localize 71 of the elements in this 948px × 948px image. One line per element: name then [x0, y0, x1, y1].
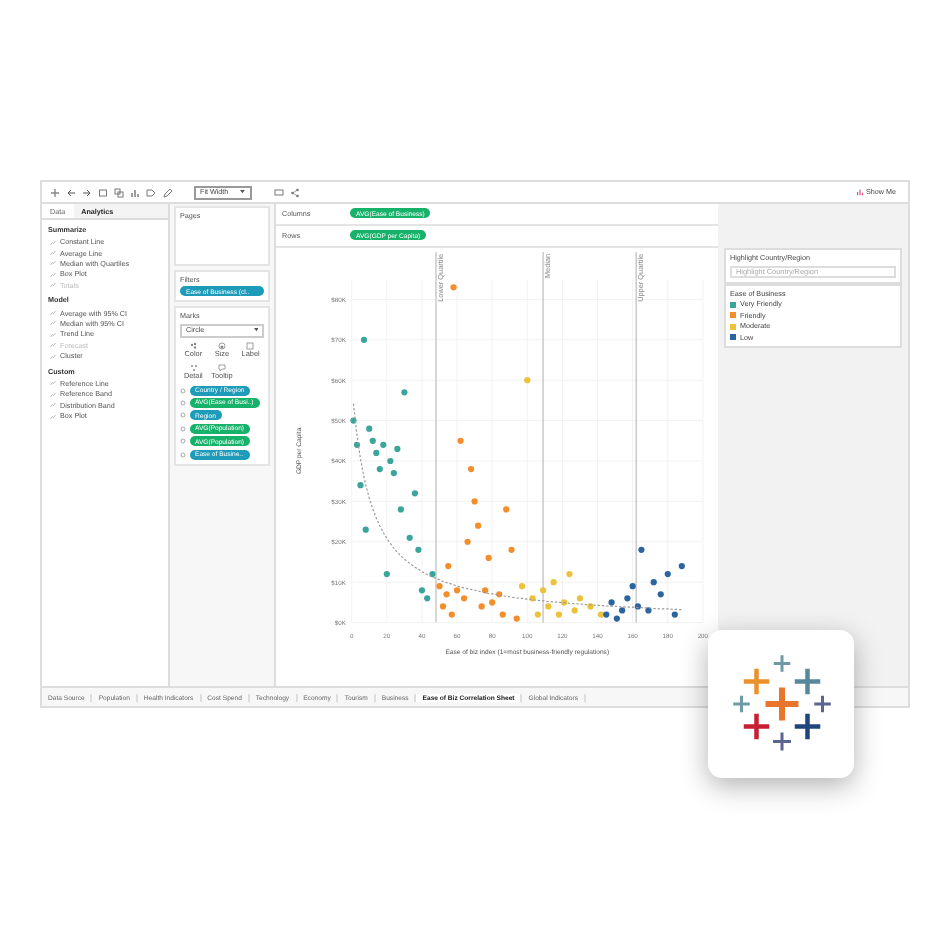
speech-bubble-icon: [217, 364, 226, 373]
data-point: [629, 582, 636, 589]
data-point: [353, 440, 361, 447]
data-point: [664, 570, 671, 577]
data-point: [482, 586, 489, 593]
data-point: [650, 578, 657, 585]
data-point: [499, 610, 506, 617]
share-icon[interactable]: [289, 187, 300, 197]
bar-chart-icon[interactable]: [130, 187, 140, 197]
presentation-icon[interactable]: [273, 187, 284, 197]
tag-icon[interactable]: [146, 187, 156, 197]
data-point: [555, 610, 562, 617]
data-point: [645, 606, 652, 613]
data-point: [534, 610, 541, 617]
arrow-right-icon[interactable]: [82, 187, 92, 197]
data-point: [383, 570, 390, 577]
data-point: [608, 598, 615, 605]
circle-icon: [217, 342, 226, 351]
data-point: [539, 586, 547, 593]
data-point: [445, 561, 452, 569]
data-point: [397, 505, 404, 512]
data-point: [411, 489, 419, 496]
data-point: [657, 590, 664, 597]
data-point: [518, 582, 526, 589]
data-point: [561, 598, 568, 605]
data-point: [550, 578, 557, 585]
data-point: [624, 594, 631, 601]
arrow-left-icon[interactable]: [66, 187, 76, 197]
data-point: [464, 537, 471, 544]
data-point: [376, 464, 383, 472]
data-point: [357, 481, 364, 488]
data-point: [429, 570, 436, 577]
data-point: [415, 545, 422, 552]
data-point: [475, 521, 482, 528]
data-point: [503, 505, 510, 512]
data-point: [638, 545, 645, 552]
data-point: [406, 533, 413, 540]
data-point: [394, 444, 401, 451]
data-point: [468, 464, 475, 472]
dots-icon: [189, 342, 198, 351]
data-point: [390, 469, 397, 476]
data-point: [529, 594, 536, 601]
square-icon: [246, 342, 255, 351]
data-point: [366, 424, 373, 431]
data-point: [478, 602, 485, 609]
data-point: [350, 416, 357, 423]
window-icon[interactable]: [98, 187, 108, 197]
copy-icon[interactable]: [114, 187, 124, 197]
caret-icon: [253, 328, 258, 333]
data-point: [485, 553, 492, 561]
data-point: [450, 283, 457, 290]
data-point: [571, 606, 578, 613]
data-point: [508, 545, 515, 552]
caret-icon: [240, 190, 246, 194]
data-point: [513, 614, 520, 621]
data-point: [401, 388, 408, 395]
data-point: [678, 561, 685, 569]
data-point: [387, 456, 394, 464]
data-point: [671, 610, 678, 617]
data-point: [634, 602, 642, 609]
data-point: [566, 570, 573, 577]
data-point: [362, 525, 369, 532]
data-point: [360, 335, 368, 342]
data-point: [457, 436, 464, 443]
data-point: [471, 497, 478, 504]
data-point: [576, 594, 584, 601]
data-point: [524, 376, 531, 383]
data-point: [587, 602, 594, 609]
pen-icon[interactable]: [162, 187, 172, 197]
data-point: [369, 436, 376, 443]
data-point: [545, 602, 552, 609]
